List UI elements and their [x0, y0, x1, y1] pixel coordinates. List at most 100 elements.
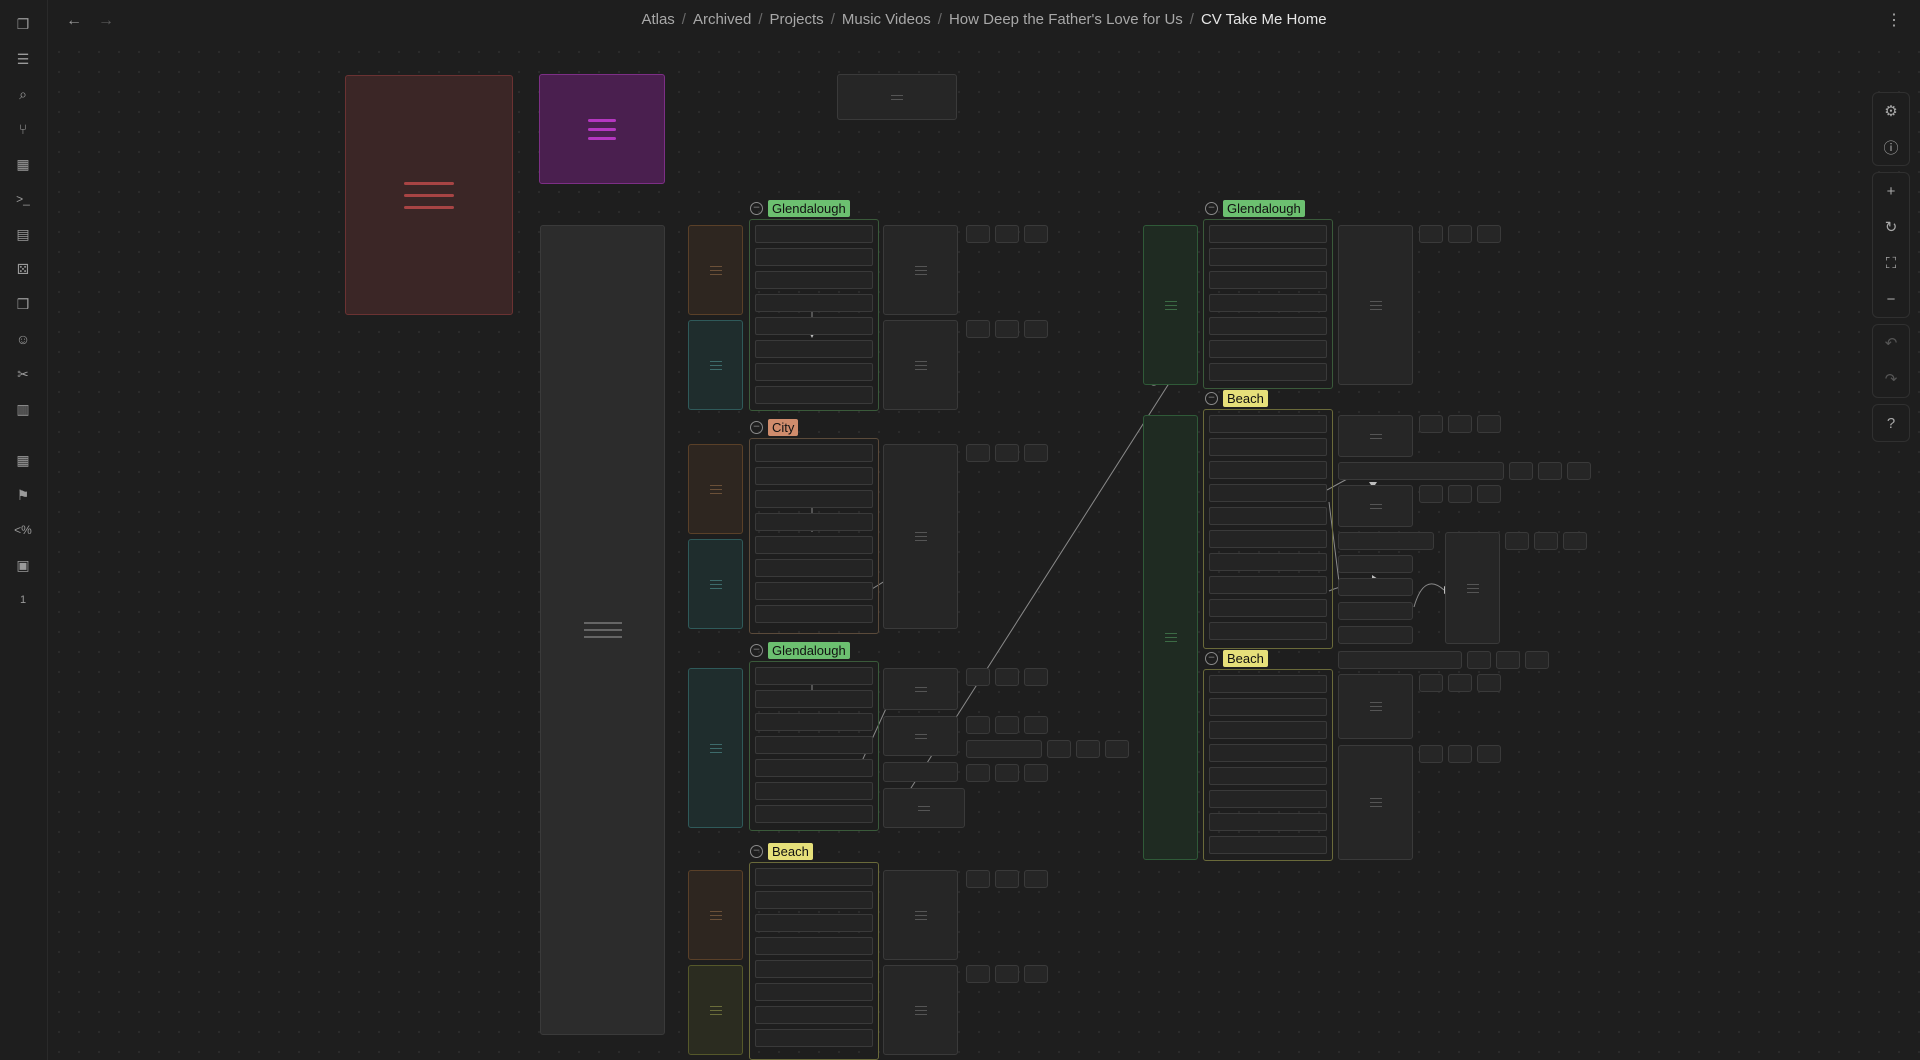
city-shot-card[interactable]	[688, 225, 743, 315]
mini-card[interactable]	[966, 764, 990, 782]
calendar-day-icon[interactable]: 1	[12, 589, 34, 611]
note-card[interactable]	[837, 74, 957, 120]
shot-card[interactable]	[688, 668, 743, 828]
search-file-icon[interactable]: ⌕	[12, 83, 34, 105]
note-card[interactable]	[883, 320, 958, 410]
group-glendalough[interactable]	[1203, 219, 1333, 389]
note-card[interactable]	[883, 870, 958, 960]
tools-icon[interactable]: ✂	[12, 363, 34, 385]
red-note-card[interactable]	[345, 75, 513, 315]
shot-card[interactable]	[688, 539, 743, 629]
city-shot-card[interactable]	[688, 870, 743, 960]
list-icon[interactable]: ☰	[12, 48, 34, 70]
mini-card[interactable]	[1567, 462, 1591, 480]
group-tag-city[interactable]: City	[768, 418, 799, 436]
group-tag-glendalough[interactable]: Glendalough	[768, 641, 850, 659]
mini-card[interactable]	[1076, 740, 1100, 758]
collapse-icon[interactable]: −	[750, 201, 763, 215]
mini-card[interactable]	[1496, 651, 1520, 669]
collapse-icon[interactable]: −	[1205, 651, 1218, 665]
mini-card[interactable]	[995, 668, 1019, 686]
collapse-icon[interactable]: −	[1205, 201, 1218, 215]
glendalough-shot-card[interactable]	[1143, 225, 1198, 385]
breadcrumb-music-videos[interactable]: Music Videos	[842, 11, 931, 28]
note-card[interactable]	[1338, 745, 1413, 860]
note-card[interactable]	[1338, 602, 1413, 620]
dice-icon[interactable]: ⚄	[12, 258, 34, 280]
note-card[interactable]	[1338, 532, 1434, 550]
mini-card[interactable]	[1534, 532, 1558, 550]
group-tag-beach[interactable]: Beach	[1223, 649, 1268, 667]
breadcrumb-projects[interactable]: Projects	[770, 11, 824, 28]
breadcrumb-current-file[interactable]: CV Take Me Home	[1201, 11, 1327, 28]
note-card[interactable]	[1338, 415, 1413, 457]
collapse-icon[interactable]: −	[1205, 391, 1218, 405]
gear-icon[interactable]: ⚙	[1873, 93, 1909, 129]
fullscreen-icon[interactable]: ⛶	[1873, 245, 1909, 281]
mini-card[interactable]	[1477, 745, 1501, 763]
mini-card[interactable]	[1477, 225, 1501, 243]
mini-card[interactable]	[966, 965, 990, 983]
mini-card[interactable]	[966, 668, 990, 686]
mini-card[interactable]	[1024, 764, 1048, 782]
mini-card[interactable]	[1467, 651, 1491, 669]
group-city[interactable]	[749, 438, 879, 634]
mini-card[interactable]	[1509, 462, 1533, 480]
mini-card[interactable]	[966, 870, 990, 888]
info-icon[interactable]: ⓘ	[1873, 129, 1909, 165]
mini-card[interactable]	[1505, 532, 1529, 550]
note-card[interactable]	[883, 225, 958, 315]
mini-card[interactable]	[966, 740, 1042, 758]
mini-card[interactable]	[1419, 225, 1443, 243]
group-beach[interactable]	[1203, 669, 1333, 861]
more-vertical-icon[interactable]: ⋮	[1886, 10, 1902, 30]
reading-icon[interactable]: ▥	[12, 398, 34, 420]
mini-card[interactable]	[1047, 740, 1071, 758]
graph-icon[interactable]: ⑂	[12, 118, 34, 140]
mini-card[interactable]	[1448, 745, 1472, 763]
mini-card[interactable]	[966, 444, 990, 462]
mini-card[interactable]	[995, 716, 1019, 734]
purple-note-card[interactable]	[539, 74, 665, 184]
mini-card[interactable]	[1419, 745, 1443, 763]
breadcrumb-song-folder[interactable]: How Deep the Father's Love for Us	[949, 11, 1183, 28]
note-card[interactable]	[1338, 626, 1413, 644]
note-card[interactable]	[1338, 578, 1413, 596]
note-card[interactable]	[1338, 555, 1413, 573]
mini-card[interactable]	[1448, 674, 1472, 692]
terminal-icon[interactable]: >_	[12, 188, 34, 210]
group-tag-beach[interactable]: Beach	[768, 842, 813, 860]
group-tag-glendalough[interactable]: Glendalough	[768, 199, 850, 217]
collapse-icon[interactable]: −	[750, 844, 763, 858]
note-card[interactable]	[1338, 651, 1462, 669]
note-card[interactable]	[883, 762, 958, 782]
mini-card[interactable]	[1024, 716, 1048, 734]
mini-card[interactable]	[966, 320, 990, 338]
breadcrumb-atlas[interactable]: Atlas	[641, 11, 674, 28]
mini-card[interactable]	[1024, 320, 1048, 338]
collapse-icon[interactable]: −	[750, 420, 763, 434]
grid-icon[interactable]: ▦	[12, 153, 34, 175]
templater-icon[interactable]: <%	[12, 519, 34, 541]
mini-card[interactable]	[1419, 674, 1443, 692]
layout-icon[interactable]: ▤	[12, 223, 34, 245]
note-card[interactable]	[883, 965, 958, 1055]
note-card[interactable]	[1338, 462, 1504, 480]
mini-card[interactable]	[1419, 415, 1443, 433]
breadcrumb-archived[interactable]: Archived	[693, 11, 751, 28]
mini-card[interactable]	[1448, 225, 1472, 243]
note-card[interactable]	[883, 788, 965, 828]
note-card[interactable]	[883, 716, 958, 756]
script-text-card[interactable]	[540, 225, 665, 1035]
mini-card[interactable]	[1024, 444, 1048, 462]
collapse-icon[interactable]: −	[750, 643, 763, 657]
mini-card[interactable]	[1024, 965, 1048, 983]
group-beach[interactable]	[749, 862, 879, 1060]
mini-card[interactable]	[1563, 532, 1587, 550]
calendar-range-icon[interactable]: ▦	[12, 449, 34, 471]
refresh-icon[interactable]: ↻	[1873, 209, 1909, 245]
group-tag-beach[interactable]: Beach	[1223, 389, 1268, 407]
note-card[interactable]	[1338, 485, 1413, 527]
note-card[interactable]	[1338, 674, 1413, 739]
plus-icon[interactable]: +	[1873, 173, 1909, 209]
